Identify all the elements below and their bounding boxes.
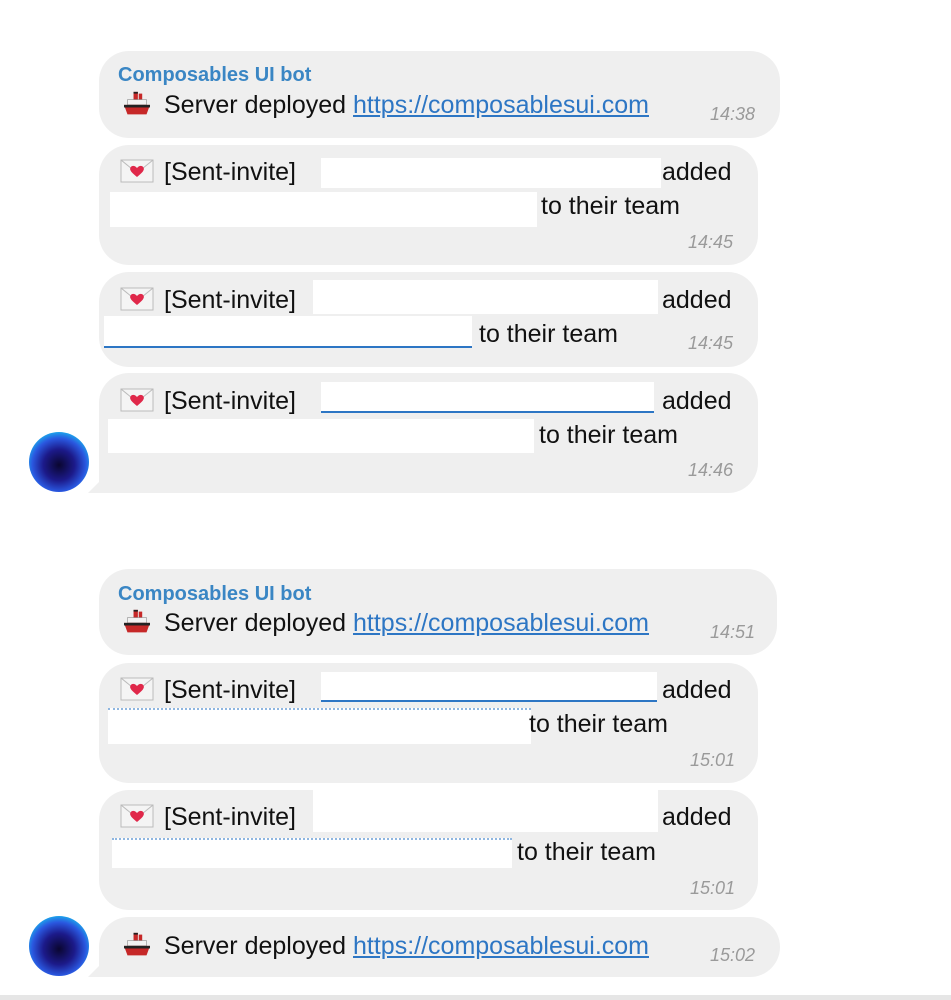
love-letter-icon <box>120 387 154 413</box>
invite-line-1: [Sent-invite] <box>120 285 296 315</box>
ship-icon <box>120 91 154 117</box>
bot-avatar[interactable] <box>29 432 89 492</box>
message-time: 14:45 <box>688 232 734 252</box>
bubble-tail <box>88 957 108 977</box>
redacted-email <box>321 158 661 188</box>
message-time: 14:45 <box>688 333 734 353</box>
redacted-email <box>104 316 472 348</box>
redacted-email <box>313 790 658 832</box>
ship-icon <box>120 932 154 958</box>
invite-added: added <box>662 387 732 415</box>
invite-line-2: to their team <box>479 320 618 348</box>
message-text: Server deployed https://composablesui.co… <box>120 608 649 638</box>
sender-name: Composables UI bot <box>118 64 312 86</box>
message-time: 15:01 <box>690 878 736 898</box>
message-time: 15:01 <box>690 750 736 770</box>
deploy-link[interactable]: https://composablesui.com <box>353 609 649 637</box>
invite-line-2: to their team <box>529 710 668 738</box>
redacted-email <box>321 672 657 702</box>
deploy-link[interactable]: https://composablesui.com <box>353 932 649 960</box>
message-time: 15:02 <box>710 945 756 965</box>
love-letter-icon <box>120 803 154 829</box>
invite-line-2: to their team <box>541 192 680 220</box>
redacted-email <box>108 419 534 453</box>
invite-line-1: [Sent-invite] <box>120 386 296 416</box>
invite-added: added <box>662 803 732 831</box>
redacted-email <box>110 192 537 227</box>
message-time: 14:46 <box>688 460 734 480</box>
message-time: 14:51 <box>710 622 756 642</box>
invite-line-2: to their team <box>517 838 656 866</box>
love-letter-icon <box>120 158 154 184</box>
invite-line-1: [Sent-invite] <box>120 675 296 705</box>
message-text: Server deployed https://composablesui.co… <box>120 931 649 961</box>
bubble-tail <box>88 473 108 493</box>
invite-added: added <box>662 676 732 704</box>
sender-name: Composables UI bot <box>118 583 312 605</box>
bot-avatar[interactable] <box>29 916 89 976</box>
message-time: 14:38 <box>710 104 756 124</box>
love-letter-icon <box>120 676 154 702</box>
redacted-email <box>313 280 658 314</box>
ship-icon <box>120 609 154 635</box>
invite-line-2: to their team <box>539 421 678 449</box>
message-text: Server deployed https://composablesui.co… <box>120 90 649 120</box>
redacted-email <box>321 382 654 413</box>
invite-line-1: [Sent-invite] <box>120 802 296 832</box>
invite-added: added <box>662 286 732 314</box>
redacted-email <box>112 838 512 868</box>
redacted-email <box>108 708 531 744</box>
deploy-link[interactable]: https://composablesui.com <box>353 91 649 119</box>
invite-line-1: [Sent-invite] <box>120 157 296 187</box>
bottom-divider <box>0 995 951 1000</box>
love-letter-icon <box>120 286 154 312</box>
invite-added: added <box>662 158 732 186</box>
